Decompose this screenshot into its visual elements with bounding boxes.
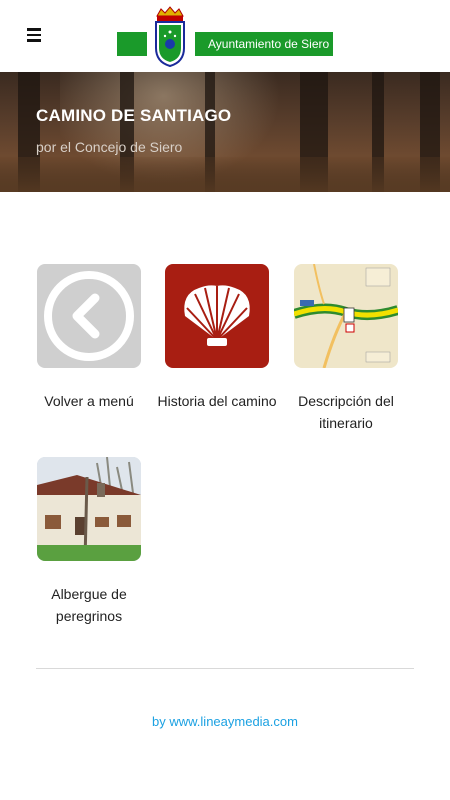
- tile-hostel[interactable]: Albergue de peregrinos: [25, 457, 153, 627]
- logo-text-block: Ayuntamiento de Siero: [195, 32, 333, 56]
- tile-label: Volver a menú: [44, 393, 134, 409]
- hostel-photo-thumbnail: [37, 457, 141, 561]
- hamburger-menu-icon[interactable]: [27, 28, 45, 44]
- footer-divider: [36, 668, 414, 669]
- tile-label: Descripción del itinerario: [298, 393, 394, 431]
- hero-title: CAMINO DE SANTIAGO: [36, 106, 232, 125]
- scallop-shell-icon: [165, 264, 269, 368]
- hero-banner: CAMINO DE SANTIAGO por el Concejo de Sie…: [0, 72, 450, 192]
- tile-label: Albergue de peregrinos: [51, 586, 127, 624]
- top-bar: Ayuntamiento de Siero: [0, 0, 450, 72]
- logo-text: Ayuntamiento de Siero: [208, 37, 330, 51]
- hero-subtitle: por el Concejo de Siero: [36, 139, 183, 155]
- coat-of-arms-icon: [155, 6, 185, 68]
- footer-credit-link[interactable]: by www.lineaymedia.com: [0, 714, 450, 729]
- logo-green-block: [117, 32, 147, 56]
- tile-label: Historia del camino: [157, 393, 277, 409]
- tile-back-to-menu[interactable]: Volver a menú: [25, 264, 153, 412]
- back-arrow-icon: [37, 264, 141, 368]
- tile-itinerary[interactable]: Descripción del itinerario: [282, 264, 410, 434]
- route-map-thumbnail: [294, 264, 398, 368]
- ayuntamiento-logo: Ayuntamiento de Siero: [117, 6, 333, 68]
- tile-history[interactable]: Historia del camino: [153, 264, 281, 412]
